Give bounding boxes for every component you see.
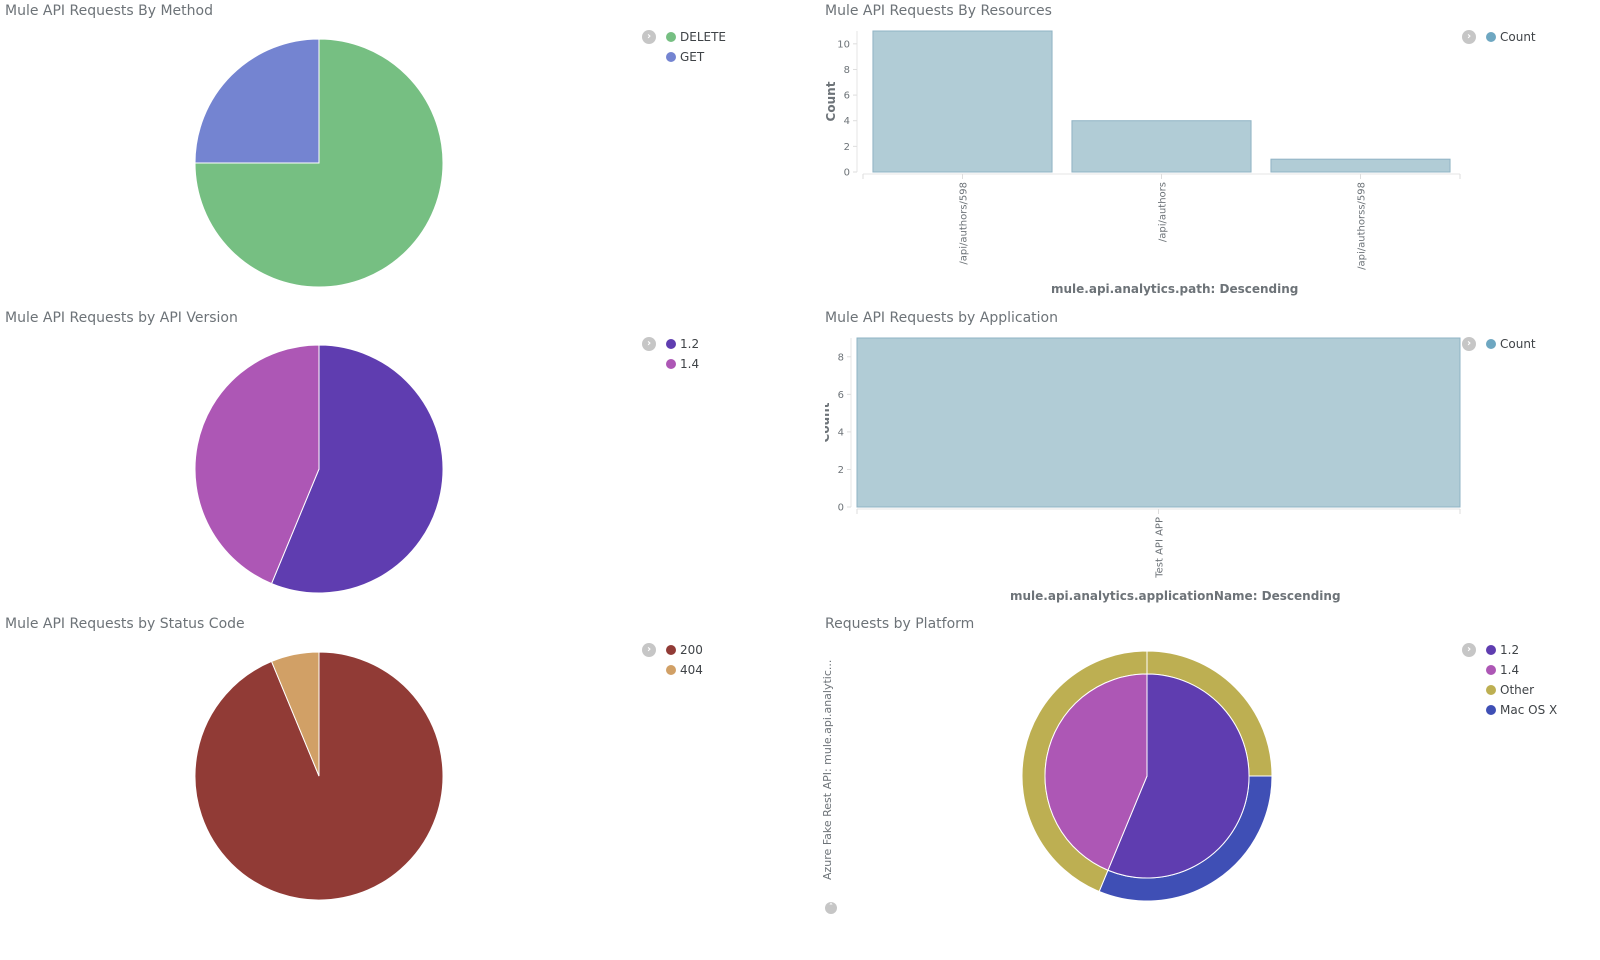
y-tick-label: 0 [838, 503, 844, 514]
bar[interactable] [1071, 120, 1252, 173]
y-tick-label: 4 [844, 116, 850, 127]
legend-item-count[interactable]: Count [1486, 334, 1536, 354]
legend-item-get[interactable]: GET [666, 47, 726, 67]
legend-dot [666, 339, 676, 349]
x-axis-title: mule.api.analytics.path: Descending [1051, 282, 1299, 296]
legend-item-mac-os-x[interactable]: Mac OS X [1486, 700, 1557, 720]
x-tick-label: Test API APP [1155, 517, 1166, 579]
legend-label: DELETE [680, 30, 727, 44]
legend-dot [666, 359, 676, 369]
legend-label: 404 [680, 663, 703, 677]
panel-api-version: Mule API Requests by API Version › 1.2 1… [5, 310, 805, 610]
legend-item-1-2[interactable]: 1.2 [1486, 640, 1557, 660]
y-tick-label: 10 [837, 39, 850, 50]
x-axis-title: mule.api.analytics.applicationName: Desc… [1010, 589, 1341, 603]
bar[interactable] [856, 337, 1461, 508]
legend-label: 200 [680, 643, 703, 657]
y-axis-title: Count [825, 81, 838, 121]
legend-item-count[interactable]: Count [1486, 27, 1536, 47]
panel-resources: Mule API Requests By Resources 0 2 4 6 8 10 Co… [825, 3, 1600, 303]
legend-dot [1486, 665, 1496, 675]
legend-label: Mac OS X [1500, 703, 1558, 717]
pie-slice-get[interactable] [194, 38, 320, 164]
legend-dot [1486, 645, 1496, 655]
legend-dot [1486, 685, 1496, 695]
legend-label: 1.2 [1500, 643, 1520, 657]
legend-item-1-4[interactable]: 1.4 [666, 354, 699, 374]
legend-dot [666, 665, 676, 675]
legend-item-other[interactable]: Other [1486, 680, 1557, 700]
legend-toggle-icon[interactable]: › [1462, 30, 1476, 44]
bar[interactable] [872, 30, 1053, 173]
legend-dot [666, 32, 676, 42]
panel-platform: Requests by Platform Azure Fake Rest API… [821, 616, 1600, 946]
legend-toggle-icon[interactable]: › [642, 337, 656, 351]
x-tick-label: /api/authors [1158, 182, 1169, 242]
legend: › 1.2 1.4 Other Mac OS X [1462, 640, 1557, 720]
x-tick-label: /api/authorss/598 [1357, 182, 1368, 270]
y-tick-label: 8 [838, 352, 844, 363]
legend-dot [1486, 705, 1496, 715]
legend-dot [666, 52, 676, 62]
legend-item-200[interactable]: 200 [666, 640, 703, 660]
legend-label: 1.4 [1500, 663, 1520, 677]
legend-label: 1.4 [680, 357, 700, 371]
legend-toggle-icon[interactable]: › [642, 30, 656, 44]
x-tick-label: /api/authors/598 [959, 182, 970, 265]
panel-method: Mule API Requests By Method › DELETE GET [5, 3, 805, 303]
y-tick-label: 2 [838, 465, 844, 476]
panel-status-code: Mule API Requests by Status Code › 200 4… [5, 616, 805, 916]
legend: › Count [1462, 334, 1536, 354]
legend-label: Count [1500, 30, 1536, 44]
bar[interactable] [1270, 158, 1451, 173]
y-tick-label: 2 [844, 142, 850, 153]
legend-label: Other [1500, 683, 1535, 697]
legend: › Count [1462, 27, 1536, 47]
y-tick-label: 4 [838, 427, 844, 438]
legend-label: GET [680, 50, 705, 64]
legend: › 1.2 1.4 [642, 334, 699, 374]
y-tick-label: 6 [844, 91, 850, 102]
legend-item-1-4[interactable]: 1.4 [1486, 660, 1557, 680]
legend-dot [1486, 339, 1496, 349]
legend-label: 1.2 [680, 337, 700, 351]
legend-toggle-icon[interactable]: › [642, 643, 656, 657]
y-tick-label: 8 [844, 65, 850, 76]
legend-dot [666, 645, 676, 655]
legend-item-404[interactable]: 404 [666, 660, 703, 680]
y-tick-label: 0 [844, 168, 850, 179]
y-axis-title: Count [825, 402, 832, 442]
y-tick-label: 6 [838, 390, 844, 401]
legend-toggle-icon[interactable]: › [1462, 643, 1476, 657]
legend: › DELETE GET [642, 27, 726, 67]
legend-item-delete[interactable]: DELETE [666, 27, 726, 47]
legend-label: Count [1500, 337, 1536, 351]
legend-item-1-2[interactable]: 1.2 [666, 334, 699, 354]
panel-application: Mule API Requests by Application 0 2 4 6 8 Co… [825, 310, 1600, 610]
legend-toggle-icon[interactable]: › [1462, 337, 1476, 351]
legend-dot [1486, 32, 1496, 42]
legend: › 200 404 [642, 640, 703, 680]
